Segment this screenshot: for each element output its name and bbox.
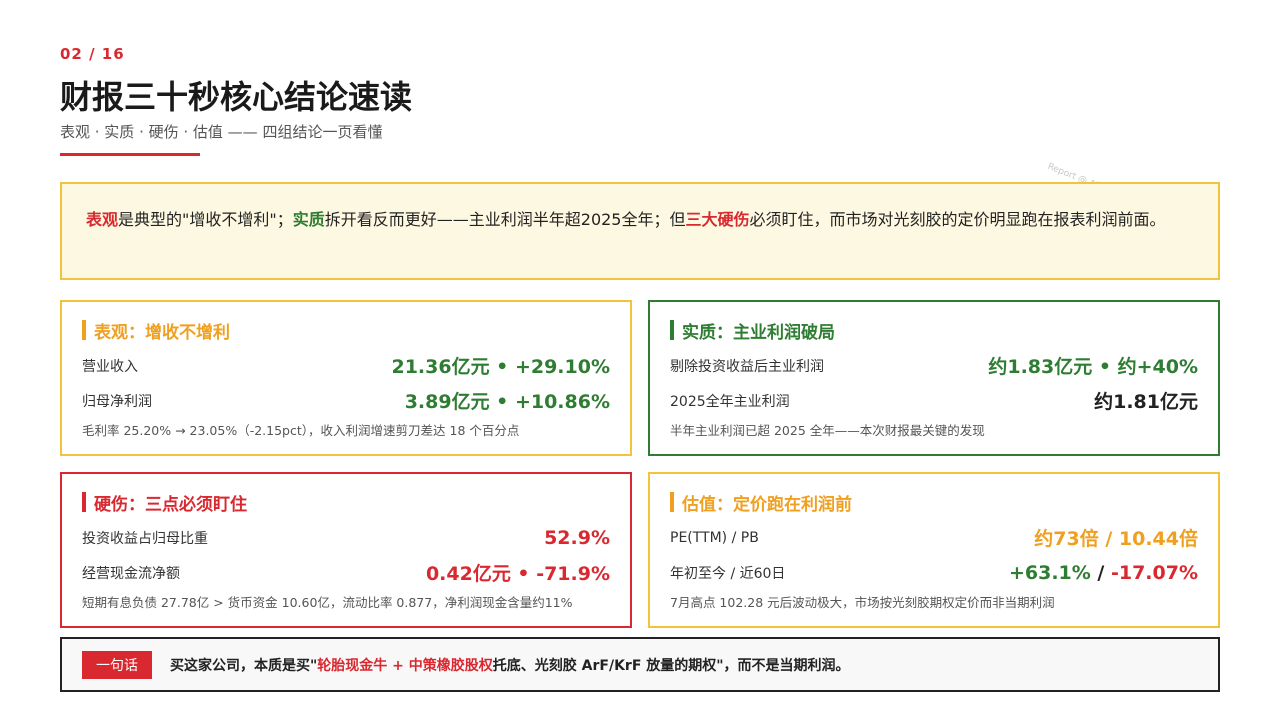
one-line-tag: 一句话 <box>82 650 152 679</box>
metric-row: PE(TTM) / PB 约73倍 / 10.44倍 <box>670 520 1198 555</box>
card-surface: 表观：增收不增利 营业收入 21.36亿元 • +29.10% 归母净利润 3.… <box>60 300 632 456</box>
summary-keyword-substance: 实质 <box>292 210 325 229</box>
card-accent-bar <box>82 492 86 512</box>
one-line-text: 买这家公司，本质是买"轮胎现金牛 + 中策橡胶股权托底、光刻胶 ArF/KrF … <box>170 655 850 675</box>
page-title: 财报三十秒核心结论速读 <box>60 78 413 116</box>
page-subtitle: 表观 · 实质 · 硬伤 · 估值 —— 四组结论一页看懂 <box>60 123 383 141</box>
one-line-text-b: 托底、光刻胶 ArF/KrF 放量的期权"，而不是当期利润。 <box>492 657 850 674</box>
card-accent-bar <box>670 320 674 340</box>
summary-box: 表观是典型的"增收不增利"；实质拆开看反而更好——主业利润半年超2025全年；但… <box>60 182 1220 280</box>
summary-keyword-surface: 表观 <box>86 210 119 229</box>
card-accent-bar <box>82 320 86 340</box>
summary-text-1: 是典型的"增收不增利"； <box>118 210 293 229</box>
title-underline <box>60 153 200 156</box>
card-substance: 实质：主业利润破局 剔除投资收益后主业利润 约1.83亿元 • 约+40% 20… <box>648 300 1220 456</box>
metric-value: +63.1% / -17.07% <box>1009 562 1198 584</box>
metric-value: 3.89亿元 • +10.86% <box>404 391 610 413</box>
one-line-summary: 一句话 买这家公司，本质是买"轮胎现金牛 + 中策橡胶股权托底、光刻胶 ArF/… <box>60 637 1220 692</box>
card-title: 估值：定价跑在利润前 <box>682 494 852 515</box>
metric-row: 投资收益占归母比重 52.9% <box>82 520 610 555</box>
sixty-day-change: -17.07% <box>1110 561 1198 584</box>
metric-value: 0.42亿元 • -71.9% <box>425 563 610 585</box>
metric-row: 经营现金流净额 0.42亿元 • -71.9% <box>82 555 610 590</box>
metric-label: 经营现金流净额 <box>82 565 180 582</box>
metric-label: 归母净利润 <box>82 393 152 410</box>
card-note: 7月高点 102.28 元后波动极大，市场按光刻胶期权定价而非当期利润 <box>670 595 1055 610</box>
card-title: 硬伤：三点必须盯住 <box>94 494 247 515</box>
metric-value: 21.36亿元 • +29.10% <box>391 356 610 378</box>
card-accent-bar <box>670 492 674 512</box>
summary-text-3: 必须盯住，而市场对光刻胶的定价明显跑在报表利润前面。 <box>749 210 1166 229</box>
metric-label: 年初至今 / 近60日 <box>670 565 786 582</box>
summary-text-2: 拆开看反而更好——主业利润半年超2025全年；但 <box>324 210 686 229</box>
metric-value: 约1.83亿元 • 约+40% <box>988 356 1198 378</box>
metric-label: 营业收入 <box>82 358 138 375</box>
metric-label: PE(TTM) / PB <box>670 529 759 546</box>
metric-row: 2025全年主业利润 约1.81亿元 <box>670 383 1198 418</box>
metric-label: 2025全年主业利润 <box>670 393 790 410</box>
one-line-text-a: 买这家公司，本质是买" <box>170 657 318 674</box>
metric-label: 投资收益占归母比重 <box>82 530 208 547</box>
card-note: 短期有息负债 27.78亿 > 货币资金 10.60亿，流动比率 0.877，净… <box>82 595 573 610</box>
card-flaws: 硬伤：三点必须盯住 投资收益占归母比重 52.9% 经营现金流净额 0.42亿元… <box>60 472 632 628</box>
card-note: 半年主业利润已超 2025 全年——本次财报最关键的发现 <box>670 423 985 438</box>
page-number: 02 / 16 <box>60 45 125 63</box>
ytd-change: +63.1% <box>1008 561 1091 584</box>
value-separator: / <box>1090 561 1111 584</box>
card-title: 实质：主业利润破局 <box>682 322 835 343</box>
one-line-highlight: 轮胎现金牛 + 中策橡胶股权 <box>317 657 493 674</box>
metric-value: 52.9% <box>544 526 610 549</box>
metric-value: 约73倍 / 10.44倍 <box>1034 528 1198 550</box>
metric-row: 营业收入 21.36亿元 • +29.10% <box>82 348 610 383</box>
metric-row: 剔除投资收益后主业利润 约1.83亿元 • 约+40% <box>670 348 1198 383</box>
card-note: 毛利率 25.20% → 23.05%（-2.15pct），收入利润增速剪刀差达… <box>82 423 520 438</box>
metric-row: 年初至今 / 近60日 +63.1% / -17.07% <box>670 555 1198 590</box>
metric-label: 剔除投资收益后主业利润 <box>670 358 824 375</box>
metric-row: 归母净利润 3.89亿元 • +10.86% <box>82 383 610 418</box>
card-title: 表观：增收不增利 <box>94 322 230 343</box>
metric-value: 约1.81亿元 <box>1094 391 1198 413</box>
summary-keyword-flaws: 三大硬伤 <box>685 210 750 229</box>
card-valuation: 估值：定价跑在利润前 PE(TTM) / PB 约73倍 / 10.44倍 年初… <box>648 472 1220 628</box>
